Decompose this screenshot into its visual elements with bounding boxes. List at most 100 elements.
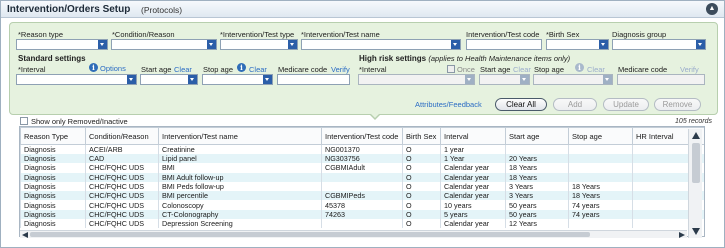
intervention-type-select[interactable] xyxy=(220,39,298,50)
table-row[interactable]: Diagnosis CHC/FQHC UDS Colonoscopy 45378 O 10… xyxy=(20,200,704,210)
condition-reason-select[interactable] xyxy=(111,39,217,50)
condition-reason-label: *Condition/Reason xyxy=(112,30,175,39)
hr-stop-age-clear-link[interactable]: Clear xyxy=(587,65,605,74)
chevron-down-icon[interactable] xyxy=(188,75,197,84)
chevron-down-icon[interactable] xyxy=(599,40,608,49)
column-header[interactable]: Stop age xyxy=(568,127,633,145)
chevron-down-icon[interactable] xyxy=(603,75,612,84)
scroll-right-icon[interactable] xyxy=(679,232,685,238)
chevron-down-icon[interactable] xyxy=(127,75,136,84)
info-icon[interactable]: i xyxy=(575,63,584,72)
table-cell: NG303756 xyxy=(321,154,403,164)
table-row[interactable]: Diagnosis CHC/FQHC UDS Depression Screenin… xyxy=(20,219,704,229)
vertical-scrollbar[interactable] xyxy=(688,129,702,238)
stop-age-clear-link[interactable]: Clear xyxy=(249,65,267,74)
chevron-down-icon[interactable] xyxy=(263,75,272,84)
table-cell xyxy=(568,144,633,154)
stop-age-select[interactable] xyxy=(202,74,273,85)
table-cell: CHC/FQHC UDS xyxy=(85,209,159,220)
chevron-down-icon[interactable] xyxy=(451,40,460,49)
chevron-down-icon[interactable] xyxy=(207,40,216,49)
birth-sex-select[interactable] xyxy=(546,39,609,50)
start-age-select[interactable] xyxy=(140,74,198,85)
column-header[interactable]: Birth Sex xyxy=(402,127,441,145)
clear-all-button[interactable]: Clear All xyxy=(495,98,547,111)
table-cell xyxy=(568,163,633,173)
info-icon[interactable]: i xyxy=(89,63,98,72)
hr-stop-age-select[interactable] xyxy=(533,74,613,85)
reason-type-select[interactable] xyxy=(16,39,108,50)
column-header[interactable]: Intervention/Test name xyxy=(158,127,322,145)
table-row[interactable]: Diagnosis ACEI/ARB Creatinine NG001370 O 1 ye… xyxy=(20,144,704,154)
info-icon[interactable]: i xyxy=(237,63,246,72)
table-cell: O xyxy=(402,144,441,154)
hr-start-age-clear-link[interactable]: Clear xyxy=(513,65,531,74)
table-cell: ACEI/ARB xyxy=(85,144,159,154)
column-header[interactable]: Reason Type xyxy=(20,127,86,145)
options-link[interactable]: Options xyxy=(100,64,126,73)
horizontal-scrollbar[interactable] xyxy=(20,230,687,238)
table-cell: CHC/FQHC UDS xyxy=(85,172,159,182)
once-checkbox[interactable] xyxy=(447,65,455,73)
chevron-down-icon[interactable] xyxy=(696,40,705,49)
table-cell: BMI Peds follow-up xyxy=(158,181,322,192)
update-button[interactable]: Update xyxy=(603,98,649,111)
once-label: Once xyxy=(457,65,475,74)
hr-verify-link[interactable]: Verify xyxy=(680,65,699,74)
table-cell: CAD xyxy=(85,154,159,164)
chevron-down-icon[interactable] xyxy=(465,75,474,84)
verify-link[interactable]: Verify xyxy=(331,65,350,74)
remove-button[interactable]: Remove xyxy=(654,98,701,111)
hr-start-age-select[interactable] xyxy=(479,74,530,85)
high-risk-note: (applies to Health Maintenance items onl… xyxy=(428,54,571,63)
table-row[interactable]: Diagnosis CHC/FQHC UDS BMI CGBMIAdult O Calen… xyxy=(20,163,704,173)
hr-interval-select[interactable] xyxy=(358,74,475,85)
column-header[interactable]: Start age xyxy=(505,127,569,145)
table-row[interactable]: Diagnosis CHC/FQHC UDS BMI percentile CGBMI… xyxy=(20,191,704,201)
collapse-icon[interactable]: ▲ xyxy=(706,3,718,15)
intervention-name-select[interactable] xyxy=(301,39,461,50)
table-cell: 74 years xyxy=(568,200,633,210)
table-cell xyxy=(505,144,569,154)
table-cell: Diagnosis xyxy=(20,154,86,164)
add-button[interactable]: Add xyxy=(553,98,597,111)
table-row[interactable]: Diagnosis CAD Lipid panel NG303756 O 1 Year 20… xyxy=(20,154,704,164)
page-title: Intervention/Orders Setup xyxy=(7,4,131,15)
high-risk-heading-text: High risk settings xyxy=(359,54,427,63)
scroll-thumb[interactable] xyxy=(692,143,700,183)
chevron-down-icon[interactable] xyxy=(520,75,529,84)
scroll-thumb[interactable] xyxy=(30,232,590,237)
column-header[interactable]: Interval xyxy=(440,127,506,145)
title-bar: Intervention/Orders Setup (Protocols) ▲ xyxy=(1,1,724,18)
start-age-clear-link[interactable]: Clear xyxy=(174,65,192,74)
table-cell: Creatinine xyxy=(158,144,322,154)
scroll-left-icon[interactable] xyxy=(22,232,28,238)
table-cell: O xyxy=(402,172,441,182)
hr-start-age-label: Start age xyxy=(480,65,511,74)
table-cell: 3 Years xyxy=(505,191,569,201)
standard-settings-heading: Standard settings xyxy=(18,54,86,63)
header-row: Reason Type Condition/Reason Interventio… xyxy=(20,127,704,145)
table-cell: 1 year xyxy=(440,144,506,154)
column-header[interactable]: Condition/Reason xyxy=(85,127,159,145)
table-cell: 18 Years xyxy=(505,172,569,182)
attributes-feedback-link[interactable]: Attributes/Feedback xyxy=(415,100,482,109)
medicare-code-input[interactable] xyxy=(277,74,350,85)
table-row[interactable]: Diagnosis CHC/FQHC UDS BMI Peds follow-up O… xyxy=(20,181,704,192)
scroll-down-icon[interactable] xyxy=(692,228,700,235)
chevron-down-icon[interactable] xyxy=(98,40,107,49)
table-cell: Diagnosis xyxy=(20,191,86,201)
intervention-code-input[interactable] xyxy=(466,39,542,50)
interval-select[interactable] xyxy=(16,74,137,85)
column-header[interactable]: Intervention/Test code xyxy=(321,127,403,145)
scroll-up-icon[interactable] xyxy=(692,132,700,139)
show-removed-checkbox[interactable] xyxy=(20,117,28,125)
table-row[interactable]: Diagnosis CHC/FQHC UDS CT-Colonography 7426… xyxy=(20,209,704,220)
chevron-down-icon[interactable] xyxy=(288,40,297,49)
table-row[interactable]: Diagnosis CHC/FQHC UDS BMI Adult follow-up… xyxy=(20,172,704,182)
table-cell: 50 years xyxy=(505,200,569,210)
table-cell: 20 Years xyxy=(505,154,569,164)
table-cell: 18 Years xyxy=(505,163,569,173)
hr-medicare-code-input[interactable] xyxy=(617,74,705,85)
diagnosis-group-select[interactable] xyxy=(612,39,706,50)
